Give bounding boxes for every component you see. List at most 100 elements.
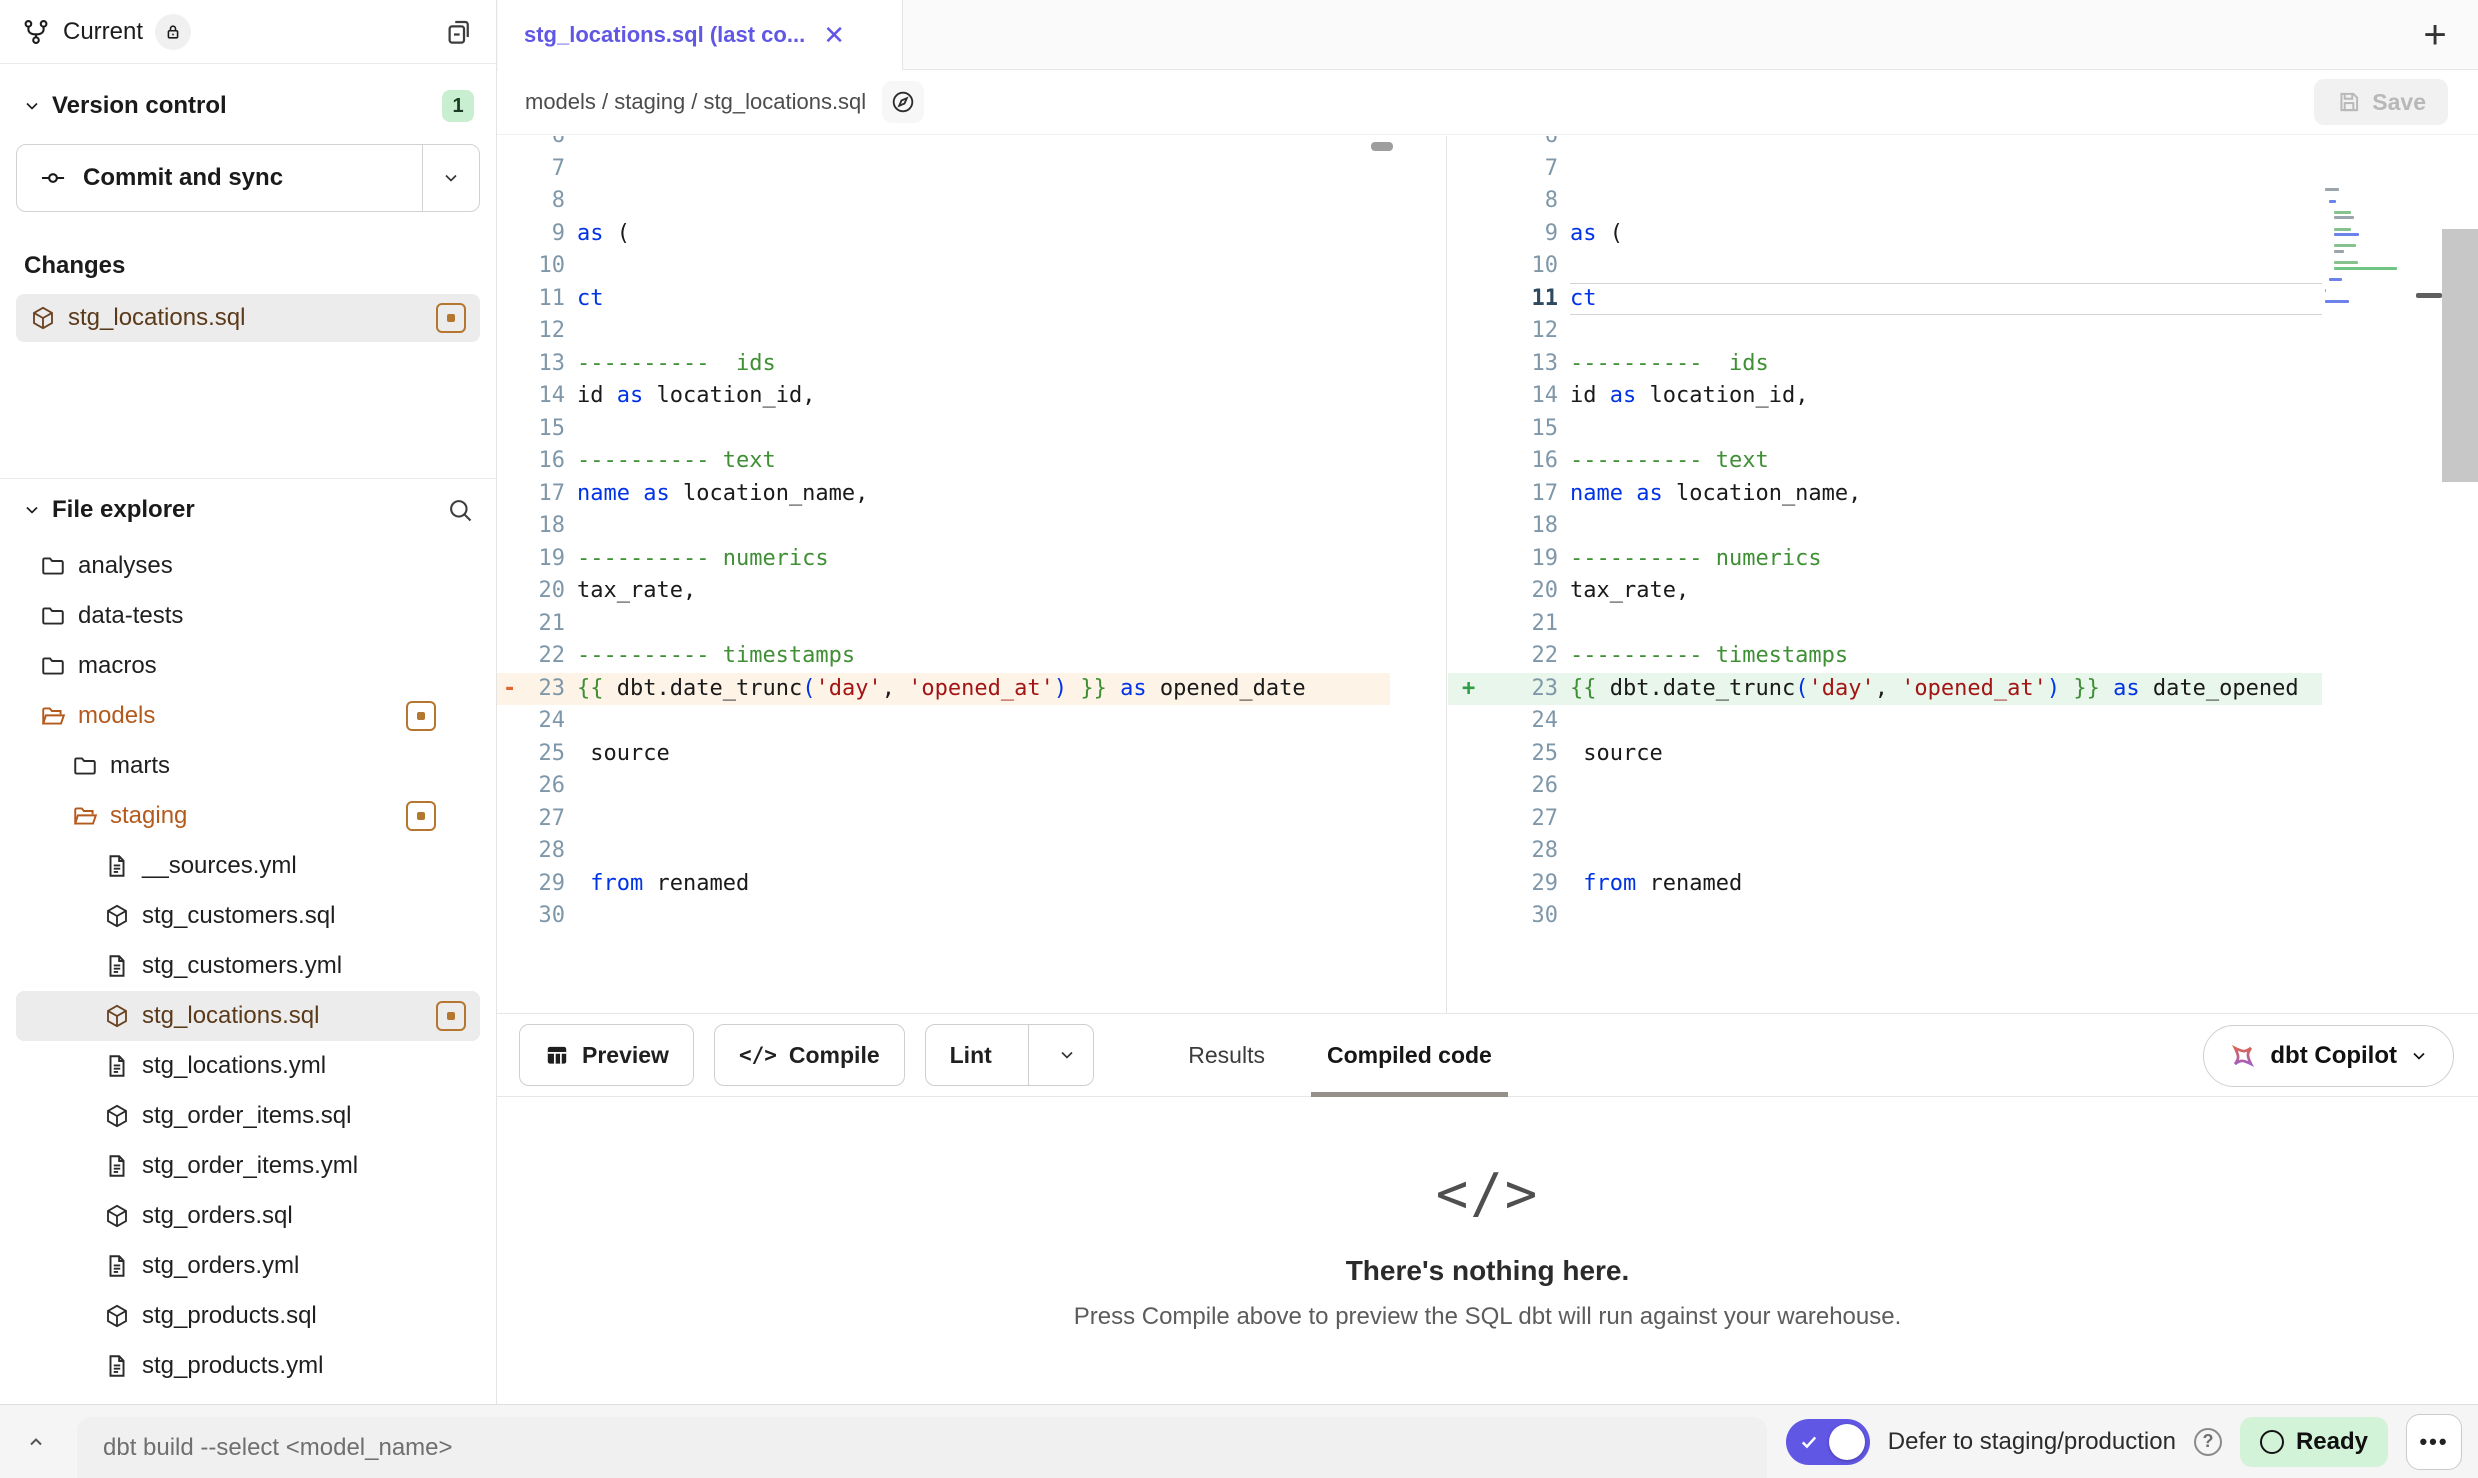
code-line-20[interactable]: 20 tax_rate, bbox=[1448, 575, 2322, 608]
file-row-stg_order_items.sql[interactable]: stg_order_items.sql bbox=[0, 1091, 496, 1141]
version-control-section[interactable]: Version control 1 bbox=[0, 64, 496, 122]
lint-options-toggle[interactable] bbox=[1041, 1025, 1093, 1085]
chevron-up-icon[interactable] bbox=[0, 1405, 72, 1478]
code-line-13[interactable]: 13 ---------- ids bbox=[1448, 348, 2322, 381]
code-line-7[interactable]: 7 bbox=[1448, 153, 2322, 186]
code-line-11[interactable]: 11 select bbox=[1448, 283, 2322, 316]
file-row-stg_products.yml[interactable]: stg_products.yml bbox=[0, 1341, 496, 1391]
search-icon[interactable] bbox=[446, 496, 474, 524]
code-line-22[interactable]: 22 ---------- timestamps bbox=[1448, 640, 2322, 673]
save-button[interactable]: Save bbox=[2314, 79, 2448, 125]
file-row-stg_locations.yml[interactable]: stg_locations.yml bbox=[0, 1041, 496, 1091]
code-line-15[interactable]: 15 bbox=[497, 413, 1390, 446]
ready-status-badge[interactable]: Ready bbox=[2240, 1417, 2388, 1467]
file-row-stg_customers.yml[interactable]: stg_customers.yml bbox=[0, 941, 496, 991]
file-row-stg_orders.sql[interactable]: stg_orders.sql bbox=[0, 1191, 496, 1241]
code-line-10[interactable]: 10 bbox=[497, 250, 1390, 283]
code-line-13[interactable]: 13 ---------- ids bbox=[497, 348, 1390, 381]
code-line-17[interactable]: 17 name as location_name, bbox=[1448, 478, 2322, 511]
file-row-stg_order_items.yml[interactable]: stg_order_items.yml bbox=[0, 1141, 496, 1191]
commit-options-toggle[interactable] bbox=[423, 145, 479, 211]
code-line-27[interactable]: 27) bbox=[1448, 803, 2322, 836]
file-row-macros[interactable]: macros bbox=[0, 641, 496, 691]
code-line-18[interactable]: 18 bbox=[1448, 510, 2322, 543]
diff-pane-modified[interactable]: 6789renamed as (1011 select1213 --------… bbox=[1448, 136, 2478, 1013]
panel-scrollbar-thumb[interactable] bbox=[2442, 229, 2478, 482]
compile-button[interactable]: </> Compile bbox=[714, 1024, 905, 1086]
code-line-16[interactable]: 16 ---------- text bbox=[1448, 445, 2322, 478]
code-line-21[interactable]: 21 bbox=[1448, 608, 2322, 641]
tab-compiled-code[interactable]: Compiled code bbox=[1311, 1014, 1508, 1096]
code-line-28[interactable]: 28 bbox=[1448, 835, 2322, 868]
file-row-stg_products.sql[interactable]: stg_products.sql bbox=[0, 1291, 496, 1341]
code-line-25[interactable]: 25 from source bbox=[497, 738, 1390, 771]
file-row-marts[interactable]: marts bbox=[0, 741, 496, 791]
file-row-stg_orders.yml[interactable]: stg_orders.yml bbox=[0, 1241, 496, 1291]
code-line-11[interactable]: 11 select bbox=[497, 283, 1390, 316]
code-line-22[interactable]: 22 ---------- timestamps bbox=[497, 640, 1390, 673]
file-row-analyses[interactable]: analyses bbox=[0, 541, 496, 591]
code-line-6[interactable]: 6 bbox=[497, 136, 1390, 153]
code-line-26[interactable]: 26 bbox=[497, 770, 1390, 803]
code-line-30[interactable]: 30 bbox=[1448, 900, 2322, 933]
changed-file-stg_locations.sql[interactable]: stg_locations.sql bbox=[16, 294, 480, 342]
code-line-23[interactable]: +23 {{ dbt.date_trunc('day', 'opened_at'… bbox=[1448, 673, 2322, 706]
overflow-menu-button[interactable]: ••• bbox=[2406, 1414, 2462, 1470]
code-line-23[interactable]: -23 {{ dbt.date_trunc('day', 'opened_at'… bbox=[497, 673, 1390, 706]
file-row-data-tests[interactable]: data-tests bbox=[0, 591, 496, 641]
code-line-28[interactable]: 28 bbox=[497, 835, 1390, 868]
defer-toggle[interactable] bbox=[1786, 1419, 1870, 1465]
code-line-27[interactable]: 27) bbox=[497, 803, 1390, 836]
code-line-29[interactable]: 29select * from renamed bbox=[1448, 868, 2322, 901]
code-line-7[interactable]: 7 bbox=[497, 153, 1390, 186]
code-line-29[interactable]: 29select * from renamed bbox=[497, 868, 1390, 901]
code-line-14[interactable]: 14 id as location_id, bbox=[497, 380, 1390, 413]
tab-results[interactable]: Results bbox=[1172, 1014, 1281, 1096]
code-line-20[interactable]: 20 tax_rate, bbox=[497, 575, 1390, 608]
lint-button[interactable]: Lint bbox=[926, 1025, 1016, 1085]
code-line-15[interactable]: 15 bbox=[1448, 413, 2322, 446]
scrollbar-thumb[interactable] bbox=[1371, 142, 1393, 151]
code-line-10[interactable]: 10 bbox=[1448, 250, 2322, 283]
copy-branch-icon[interactable] bbox=[444, 17, 474, 47]
dbt-copilot-button[interactable]: dbt Copilot bbox=[2203, 1025, 2454, 1087]
new-tab-button[interactable]: + bbox=[2412, 12, 2458, 58]
file-row-staging[interactable]: staging bbox=[0, 791, 496, 841]
commit-and-sync-button[interactable]: Commit and sync bbox=[17, 145, 422, 211]
code-line-19[interactable]: 19 ---------- numerics bbox=[497, 543, 1390, 576]
tab-stg-locations[interactable]: stg_locations.sql (last co... ✕ bbox=[498, 0, 903, 70]
code-line-12[interactable]: 12 bbox=[1448, 315, 2322, 348]
file-row-stg_customers.sql[interactable]: stg_customers.sql bbox=[0, 891, 496, 941]
file-row-__sources.yml[interactable]: __sources.yml bbox=[0, 841, 496, 891]
code-line-18[interactable]: 18 bbox=[497, 510, 1390, 543]
code-line-25[interactable]: 25 from source bbox=[1448, 738, 2322, 771]
navigate-button[interactable] bbox=[882, 81, 924, 123]
code-line-9[interactable]: 9renamed as ( bbox=[497, 218, 1390, 251]
code-line-26[interactable]: 26 bbox=[1448, 770, 2322, 803]
diff-pane-original[interactable]: 6789renamed as (1011 select1213 --------… bbox=[497, 136, 1447, 1013]
code-line-16[interactable]: 16 ---------- text bbox=[497, 445, 1390, 478]
copilot-sparkle-icon bbox=[2228, 1041, 2258, 1071]
code-line-19[interactable]: 19 ---------- numerics bbox=[1448, 543, 2322, 576]
minimap[interactable] bbox=[2325, 138, 2397, 348]
code-line-24[interactable]: 24 bbox=[1448, 705, 2322, 738]
file-row-stg_locations.sql[interactable]: stg_locations.sql bbox=[16, 991, 480, 1041]
code-line-21[interactable]: 21 bbox=[497, 608, 1390, 641]
preview-button[interactable]: Preview bbox=[519, 1024, 694, 1086]
panel-resize-handle[interactable] bbox=[2416, 293, 2442, 298]
model-icon bbox=[104, 1103, 130, 1129]
code-line-9[interactable]: 9renamed as ( bbox=[1448, 218, 2322, 251]
file-row-models[interactable]: models bbox=[0, 691, 496, 741]
code-line-6[interactable]: 6 bbox=[1448, 136, 2322, 153]
help-icon[interactable]: ? bbox=[2194, 1428, 2222, 1456]
code-line-17[interactable]: 17 name as location_name, bbox=[497, 478, 1390, 511]
command-input[interactable]: dbt build --select <model_name> bbox=[77, 1417, 1767, 1478]
code-line-14[interactable]: 14 id as location_id, bbox=[1448, 380, 2322, 413]
code-line-8[interactable]: 8 bbox=[1448, 185, 2322, 218]
chevron-down-icon[interactable] bbox=[22, 500, 42, 520]
code-line-8[interactable]: 8 bbox=[497, 185, 1390, 218]
code-line-12[interactable]: 12 bbox=[497, 315, 1390, 348]
tab-close-icon[interactable]: ✕ bbox=[823, 20, 845, 51]
code-line-30[interactable]: 30 bbox=[497, 900, 1390, 933]
code-line-24[interactable]: 24 bbox=[497, 705, 1390, 738]
